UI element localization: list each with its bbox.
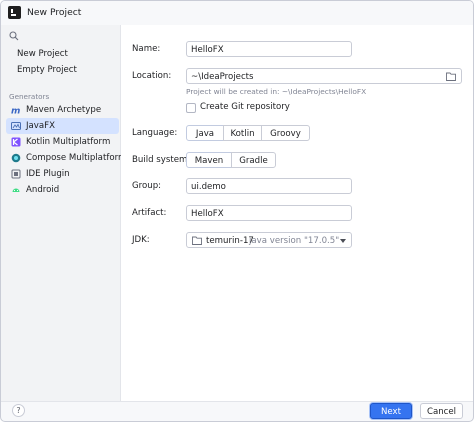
sidebar-item-kotlin-multiplatform[interactable]: Kotlin Multiplatform: [6, 134, 119, 150]
next-button-label: Next: [380, 407, 402, 417]
project-settings-form: Name: HelloFX Location: ~\IdeaProjects P…: [121, 25, 473, 401]
create-git-checkbox[interactable]: [186, 103, 196, 113]
next-button[interactable]: Next: [370, 403, 412, 419]
cancel-button[interactable]: Cancel: [420, 403, 463, 419]
new-project-dialog: New Project New Project Empty Project Ge…: [0, 0, 474, 422]
group-field[interactable]: ui.demo: [186, 178, 352, 194]
sidebar-search-input[interactable]: [5, 28, 117, 44]
help-button[interactable]: ?: [12, 404, 25, 417]
sidebar-item-ide-plugin[interactable]: IDE Plugin: [6, 166, 119, 182]
sidebar-item-android[interactable]: Android: [6, 182, 119, 198]
sidebar-item-label: Maven Archetype: [26, 105, 102, 115]
search-icon: [9, 31, 19, 41]
generators-heading: Generators: [9, 92, 50, 101]
sidebar-item-maven-archetype[interactable]: m Maven Archetype: [6, 102, 119, 118]
language-option-label: Java: [195, 129, 215, 139]
build-option-label: Gradle: [239, 156, 268, 166]
language-label: Language:: [132, 128, 178, 138]
title-bar: New Project: [1, 1, 473, 25]
language-option-kotlin[interactable]: Kotlin: [223, 125, 262, 141]
jdk-version: java version "17.0.5": [249, 236, 340, 246]
build-option-maven[interactable]: Maven: [186, 152, 232, 168]
project-type-sidebar: New Project Empty Project Generators m M…: [1, 25, 126, 401]
footer-divider: [1, 401, 473, 402]
sidebar-item-label: New Project: [17, 49, 68, 59]
sidebar-item-label: IDE Plugin: [26, 169, 70, 179]
compose-icon: [11, 153, 21, 163]
window-title: New Project: [27, 7, 82, 18]
sidebar-item-new-project[interactable]: New Project: [6, 46, 119, 62]
location-hint: Project will be created in: ~\IdeaProjec…: [186, 87, 367, 96]
sidebar-item-javafx[interactable]: JavaFX: [6, 118, 119, 134]
sidebar-item-label: Compose Multiplatform: [26, 153, 127, 163]
group-label: Group:: [132, 181, 162, 191]
group-value: ui.demo: [191, 182, 226, 192]
location-value: ~\IdeaProjects: [191, 72, 254, 82]
build-system-label: Build system:: [132, 155, 191, 165]
android-icon: [12, 188, 20, 192]
svg-text:m: m: [11, 107, 20, 116]
location-field[interactable]: ~\IdeaProjects: [186, 68, 462, 84]
help-icon: ?: [16, 406, 21, 415]
chevron-down-icon: [340, 239, 346, 243]
sidebar-item-compose-multiplatform[interactable]: Compose Multiplatform: [6, 150, 126, 166]
create-git-label: Create Git repository: [200, 102, 290, 112]
language-option-java[interactable]: Java: [186, 125, 224, 141]
maven-icon: m: [11, 107, 20, 116]
jdk-select[interactable]: temurin-17 java version "17.0.5": [186, 232, 352, 248]
location-label: Location:: [132, 71, 172, 81]
language-option-groovy[interactable]: Groovy: [261, 125, 310, 141]
sidebar-item-label: JavaFX: [26, 121, 55, 131]
jdk-name: temurin-17: [206, 236, 254, 246]
language-option-label: Groovy: [270, 129, 301, 139]
sidebar-item-label: Android: [26, 185, 60, 195]
artifact-field[interactable]: HelloFX: [186, 205, 352, 221]
build-option-label: Maven: [194, 156, 224, 166]
jdk-label: JDK:: [132, 235, 150, 245]
name-value: HelloFX: [191, 45, 224, 55]
kotlin-icon: [11, 137, 21, 147]
intellij-logo-icon: [8, 6, 21, 19]
build-option-gradle[interactable]: Gradle: [231, 152, 276, 168]
jdk-folder-icon: [192, 236, 202, 245]
name-label: Name:: [132, 44, 161, 54]
javafx-icon: [11, 122, 21, 130]
cancel-button-label: Cancel: [426, 407, 457, 417]
artifact-value: HelloFX: [191, 209, 224, 219]
sidebar-item-empty-project[interactable]: Empty Project: [6, 62, 119, 78]
folder-icon[interactable]: [446, 72, 456, 81]
name-field[interactable]: HelloFX: [186, 41, 352, 57]
language-option-label: Kotlin: [230, 129, 255, 139]
sidebar-item-label: Kotlin Multiplatform: [26, 137, 111, 147]
plugin-icon: [11, 169, 21, 179]
sidebar-item-label: Empty Project: [17, 65, 77, 75]
artifact-label: Artifact:: [132, 208, 167, 218]
